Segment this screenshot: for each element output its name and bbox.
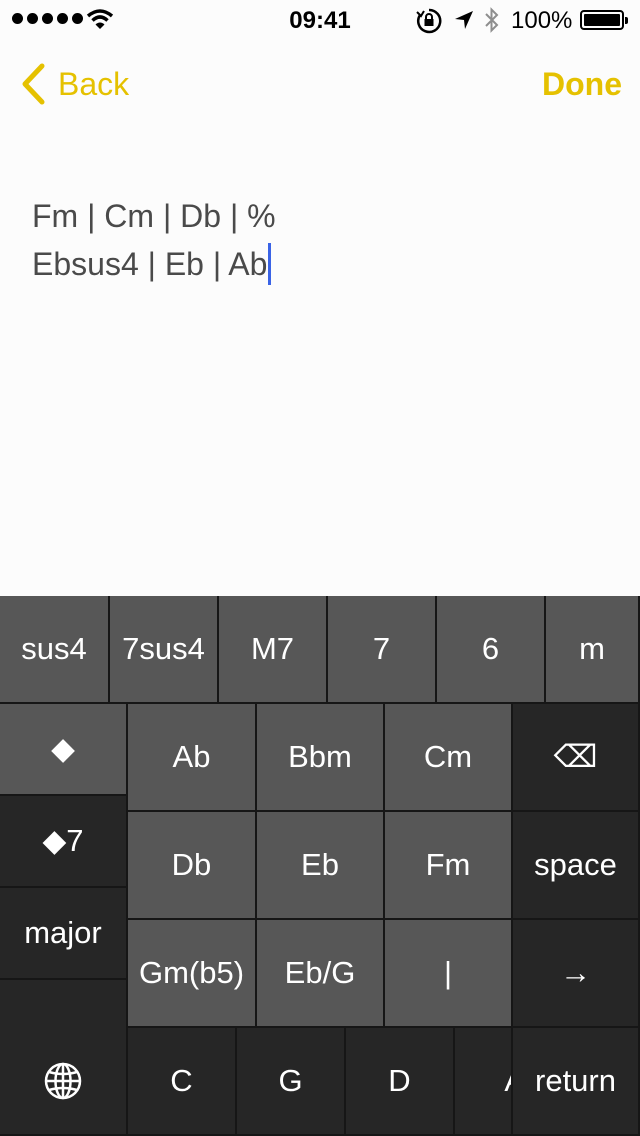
- key-G[interactable]: G: [237, 1028, 346, 1136]
- key-Ab[interactable]: Ab: [128, 704, 257, 812]
- back-button[interactable]: Back: [20, 62, 129, 106]
- rotation-lock-icon: [416, 8, 442, 34]
- key-Cm[interactable]: Cm: [385, 704, 513, 812]
- key-sus4[interactable]: sus4: [0, 596, 110, 704]
- key-A[interactable]: A: [455, 1028, 513, 1136]
- chord-text-editor[interactable]: Fm | Cm | Db | % Ebsus4 | Eb | Ab: [32, 192, 276, 288]
- back-label: Back: [58, 65, 130, 102]
- chevron-left-icon: [22, 63, 45, 105]
- key-Gm-b5[interactable]: Gm(b5): [128, 920, 257, 1028]
- key-D[interactable]: D: [346, 1028, 455, 1136]
- chord-keyboard: sus4 7sus4 M7 7 6 m ◆ ◆7 major minor Ab …: [0, 596, 640, 1136]
- location-arrow-icon: [455, 11, 473, 29]
- arrow-right-key[interactable]: →: [513, 920, 640, 1028]
- key-bar[interactable]: |: [385, 920, 513, 1028]
- space-key[interactable]: space: [513, 812, 640, 920]
- key-diamond[interactable]: ◆: [0, 704, 128, 796]
- key-C[interactable]: C: [128, 1028, 237, 1136]
- text-line: Fm | Cm | Db | %: [32, 198, 276, 234]
- key-M7[interactable]: M7: [219, 596, 328, 704]
- key-Fm[interactable]: Fm: [385, 812, 513, 920]
- globe-key[interactable]: [0, 1028, 128, 1136]
- text-line: Ebsus4 | Eb | Ab: [32, 240, 276, 288]
- key-Eb[interactable]: Eb: [257, 812, 385, 920]
- key-7sus4[interactable]: 7sus4: [110, 596, 219, 704]
- key-A-label: A: [504, 1063, 511, 1099]
- bluetooth-icon: [485, 7, 499, 33]
- status-bar: 09:41 100%: [0, 0, 640, 40]
- key-6[interactable]: 6: [437, 596, 546, 704]
- key-Db[interactable]: Db: [128, 812, 257, 920]
- done-button[interactable]: Done: [542, 66, 622, 103]
- key-m[interactable]: m: [546, 596, 640, 704]
- battery-icon: [580, 10, 628, 30]
- return-key[interactable]: return: [513, 1028, 640, 1136]
- key-7[interactable]: 7: [328, 596, 437, 704]
- delete-key[interactable]: ⌫: [513, 704, 640, 812]
- key-Eb-over-G[interactable]: Eb/G: [257, 920, 385, 1028]
- battery-percentage: 100%: [511, 7, 573, 34]
- globe-icon: [44, 1062, 82, 1100]
- key-Bbm[interactable]: Bbm: [257, 704, 385, 812]
- key-major[interactable]: major: [0, 888, 128, 980]
- text-cursor: [268, 243, 272, 285]
- navigation-bar: Back Done: [0, 56, 640, 112]
- key-diamond-7[interactable]: ◆7: [0, 796, 128, 888]
